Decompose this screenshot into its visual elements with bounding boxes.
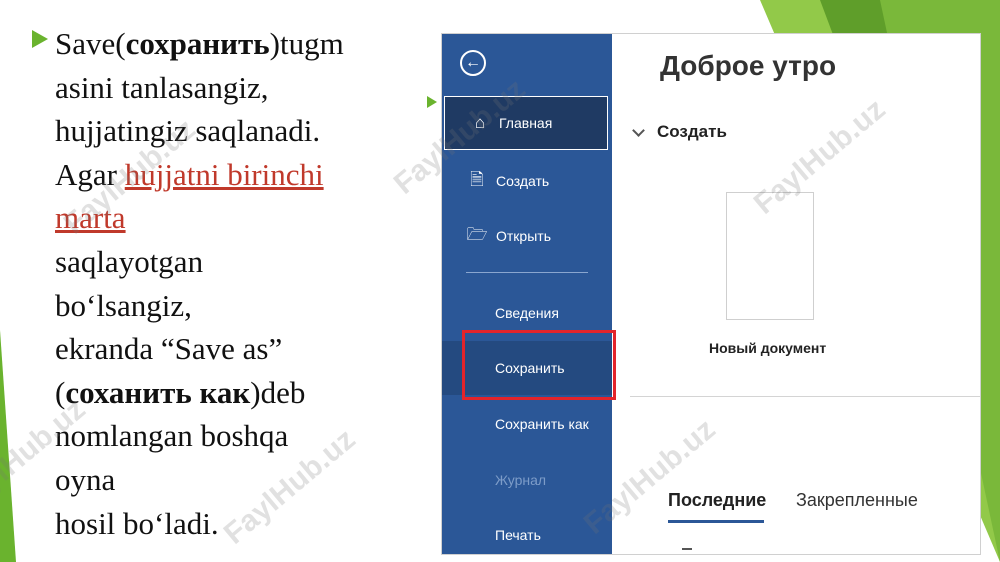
nav-history: Журнал [495,472,547,488]
sidebar-separator [466,272,588,273]
tab-active-indicator [668,520,764,523]
create-section-toggle[interactable]: Создать [632,122,727,142]
word-backstage-screenshot: ← ⌂ Главная 🗎 Создать 🗁 Открыть Сведения… [442,34,980,554]
text-line-11: oyna [55,461,116,497]
folder-open-icon: 🗁 [466,224,488,244]
document-icon: 🗎 [470,169,484,189]
nav-open[interactable]: 🗁 Открыть [442,209,612,263]
chevron-down-icon [632,123,645,137]
text-line-12: hosil bo‘ladi. [55,505,219,541]
bullet-arrow-icon [32,30,48,48]
greeting-title: Доброе утро [660,50,837,81]
text-line-6: saqlayotgan [55,243,204,279]
tab-recent[interactable]: Последние [668,490,766,511]
nav-info[interactable]: Сведения [442,286,612,340]
slide-text: Save(сохранить)tugm asini tanlasangiz, h… [55,22,425,545]
hyperlink[interactable]: hujjatni birinchi [125,157,324,192]
nav-save[interactable]: Сохранить [442,341,612,395]
arrow-left-icon: ← [465,54,481,71]
text-line-3: hujjatingiz saqlanadi. [55,113,321,149]
text-line-10: nomlangan boshqa [55,418,289,454]
back-button[interactable]: ← [460,50,486,76]
text-line-7: bo‘lsangiz, [55,287,192,323]
nav-save-as[interactable]: Сохранить как [442,397,612,451]
decor-left-shape [0,330,16,562]
home-icon: ⌂ [474,113,486,132]
text-line-5: marta [55,196,425,240]
text-line-9: (соханить как)deb [55,374,306,410]
blank-document-thumbnail[interactable] [726,192,814,320]
text-line-4: Agar hujjatni birinchi [55,156,324,192]
section-divider [630,396,980,397]
nav-home[interactable]: ⌂ Главная [444,96,608,150]
nav-new[interactable]: 🗎 Создать [442,154,612,208]
nav-print[interactable]: Печать [442,508,612,554]
bullet-arrow-small-icon [427,96,437,108]
tab-pinned[interactable]: Закрепленные [796,490,918,511]
text-line-1: Save(сохранить)tugm [55,26,344,61]
list-edge [682,548,692,550]
text-line-2: asini tanlasangiz, [55,69,269,105]
blank-document-label: Новый документ [709,340,827,356]
backstage-main: Доброе утро Создать Новый документ После… [612,34,980,554]
text-line-8: ekranda “Save as” [55,331,283,367]
backstage-sidebar: ← ⌂ Главная 🗎 Создать 🗁 Открыть Сведения… [442,34,616,554]
hyperlink-cont[interactable]: marta [55,200,126,235]
